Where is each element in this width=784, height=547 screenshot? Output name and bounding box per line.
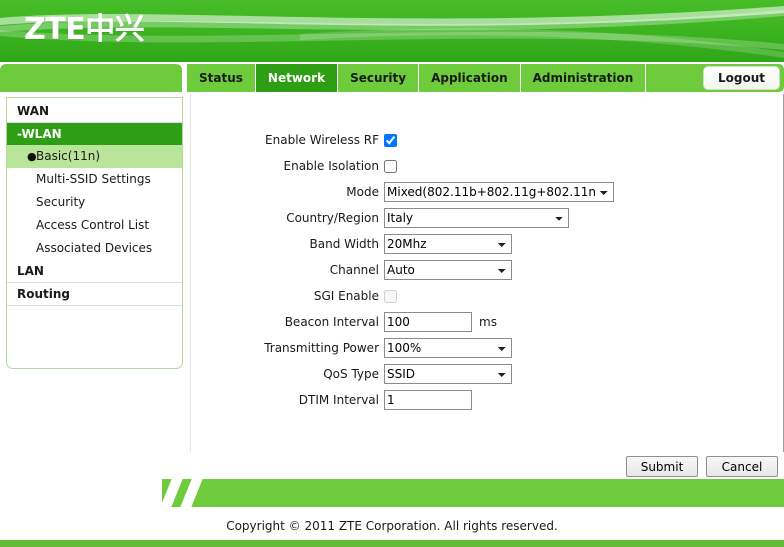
sidebar-item-routing[interactable]: Routing	[7, 283, 182, 306]
field-row-enable-isolation: Enable Isolation	[191, 153, 783, 179]
footer-bottom-strip	[0, 540, 784, 547]
control-qos-type: SSID	[384, 364, 512, 384]
page-footer: Submit Cancel Copyright © 2011 ZTE Corpo…	[0, 452, 784, 547]
tab-network[interactable]: Network	[255, 64, 339, 92]
control-channel: Auto	[384, 260, 512, 280]
qos-type-select[interactable]: SSID	[384, 364, 512, 384]
channel-select[interactable]: Auto	[384, 260, 512, 280]
nav-tab-list: Status Network Security Application Admi…	[186, 64, 647, 92]
beacon-interval-input[interactable]	[384, 312, 472, 332]
label-enable-isolation: Enable Isolation	[283, 159, 380, 173]
footer-slash-decoration-2	[178, 479, 205, 507]
sidebar-item-basic-11n[interactable]: ●Basic(11n)	[7, 145, 182, 168]
sidebar-item-label: Access Control List	[36, 218, 150, 232]
tab-application[interactable]: Application	[419, 64, 521, 92]
dtim-interval-input[interactable]	[384, 390, 472, 410]
field-row-band-width: Band Width 20Mhz	[191, 231, 783, 257]
label-transmitting-power: Transmitting Power	[264, 341, 379, 355]
sidebar-item-label: Associated Devices	[36, 241, 153, 255]
sidebar-item-access-control-list[interactable]: Access Control List	[7, 214, 182, 237]
tab-administration[interactable]: Administration	[520, 64, 647, 92]
field-row-mode: Mode Mixed(802.11b+802.11g+802.11n)	[191, 179, 783, 205]
label-band-width: Band Width	[309, 237, 380, 251]
label-qos-type: QoS Type	[323, 367, 379, 381]
cancel-button[interactable]: Cancel	[706, 456, 778, 477]
sidebar-item-label: Security	[36, 195, 86, 209]
label-country-region: Country/Region	[286, 211, 379, 225]
tab-security[interactable]: Security	[338, 64, 420, 92]
zte-logo: ZTE中兴	[24, 12, 145, 47]
sidebar-item-label: Basic(11n)	[36, 149, 101, 163]
wlan-basic-form: Enable Wireless RF Enable Isolation Mode…	[191, 94, 783, 413]
label-mode: Mode	[346, 185, 379, 199]
mode-select[interactable]: Mixed(802.11b+802.11g+802.11n)	[384, 182, 614, 202]
label-sgi-enable: SGI Enable	[313, 289, 379, 303]
field-row-enable-wireless-rf: Enable Wireless RF	[191, 127, 783, 153]
field-row-channel: Channel Auto	[191, 257, 783, 283]
bullet-icon: ●	[27, 150, 37, 163]
sgi-enable-checkbox[interactable]	[384, 289, 397, 303]
footer-action-bar	[162, 479, 784, 507]
footer-buttons: Submit Cancel	[626, 456, 778, 477]
control-mode: Mixed(802.11b+802.11g+802.11n)	[384, 182, 614, 202]
enable-wireless-rf-checkbox[interactable]	[384, 133, 397, 147]
control-enable-wireless-rf	[384, 133, 397, 147]
sidebar-item-wan[interactable]: WAN	[7, 100, 182, 123]
control-transmitting-power: 100%	[384, 338, 512, 358]
label-enable-wireless-rf: Enable Wireless RF	[265, 133, 379, 147]
control-country-region: Italy	[384, 208, 569, 228]
sidebar-item-lan[interactable]: LAN	[7, 260, 182, 283]
nav-left-panel-tab	[0, 64, 182, 92]
logout-button[interactable]: Logout	[702, 66, 780, 90]
control-enable-isolation	[384, 159, 397, 173]
field-row-transmitting-power: Transmitting Power 100%	[191, 335, 783, 361]
field-row-country-region: Country/Region Italy	[191, 205, 783, 231]
band-width-select[interactable]: 20Mhz	[384, 234, 512, 254]
label-channel: Channel	[329, 263, 379, 277]
sidebar-item-security[interactable]: Security	[7, 191, 182, 214]
enable-isolation-checkbox[interactable]	[384, 159, 397, 173]
submit-button[interactable]: Submit	[626, 456, 698, 477]
sidebar-menu: WAN -WLAN ●Basic(11n) Multi-SSID Setting…	[6, 97, 183, 369]
sidebar-item-multi-ssid-settings[interactable]: Multi-SSID Settings	[7, 168, 182, 191]
tab-status[interactable]: Status	[186, 64, 256, 92]
label-beacon-interval: Beacon Interval	[284, 315, 379, 329]
field-row-dtim-interval: DTIM Interval	[191, 387, 783, 413]
sidebar-item-associated-devices[interactable]: Associated Devices	[7, 237, 182, 260]
sidebar-filler	[7, 306, 182, 368]
control-beacon-interval: ms	[384, 312, 497, 332]
control-sgi-enable	[384, 289, 397, 303]
field-row-sgi-enable: SGI Enable	[191, 283, 783, 309]
field-row-beacon-interval: Beacon Interval ms	[191, 309, 783, 335]
control-dtim-interval	[384, 390, 472, 410]
label-dtim-interval: DTIM Interval	[298, 393, 379, 407]
main-navigation: Status Network Security Application Admi…	[0, 62, 784, 94]
control-band-width: 20Mhz	[384, 234, 512, 254]
field-row-qos-type: QoS Type SSID	[191, 361, 783, 387]
transmitting-power-select[interactable]: 100%	[384, 338, 512, 358]
page-header: ZTE中兴	[0, 0, 784, 62]
beacon-interval-unit: ms	[479, 315, 497, 329]
copyright-text: Copyright © 2011 ZTE Corporation. All ri…	[226, 519, 558, 533]
sidebar-item-label: Multi-SSID Settings	[36, 172, 151, 186]
country-region-select[interactable]: Italy	[384, 208, 569, 228]
sidebar-item-wlan[interactable]: -WLAN	[7, 123, 182, 145]
